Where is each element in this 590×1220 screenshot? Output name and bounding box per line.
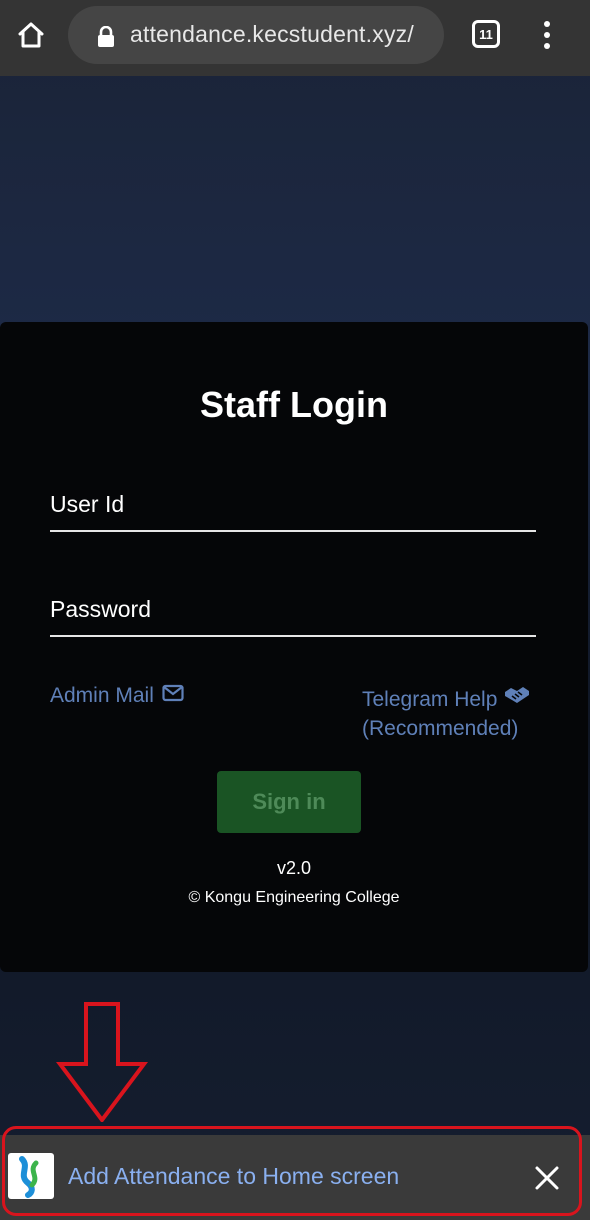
page-title: Staff Login (200, 384, 388, 425)
user-id-placeholder: User Id (50, 491, 125, 517)
url-text: attendance.kecstudent.xyz/ (130, 21, 414, 47)
user-id-field[interactable]: User Id (50, 482, 536, 532)
close-icon[interactable] (534, 1165, 560, 1191)
admin-mail-label: Admin Mail (50, 684, 154, 707)
more-vert-icon[interactable] (534, 18, 560, 52)
telegram-help-link[interactable]: Telegram Help (Recommended) (362, 684, 531, 743)
add-to-home-label[interactable]: Add Attendance to Home screen (68, 1163, 399, 1190)
home-icon[interactable] (14, 18, 48, 52)
telegram-help-note: (Recommended) (362, 717, 519, 740)
app-logo-icon (8, 1153, 54, 1199)
copyright-text: © Kongu Engineering College (188, 889, 400, 906)
add-to-home-banner[interactable]: Add Attendance to Home screen (0, 1135, 590, 1220)
tab-switcher-button[interactable]: 11 (472, 20, 500, 48)
address-bar[interactable]: attendance.kecstudent.xyz/ (68, 6, 444, 64)
browser-toolbar: attendance.kecstudent.xyz/ 11 (0, 0, 590, 76)
password-placeholder: Password (50, 596, 151, 622)
handshake-icon (503, 684, 531, 714)
login-card: Staff Login User Id Password Admin Mail … (0, 322, 588, 972)
tab-count: 11 (479, 26, 493, 42)
lock-icon (96, 25, 116, 48)
envelope-icon (162, 684, 184, 708)
telegram-help-label: Telegram Help (362, 687, 498, 711)
version-label: v2.0 (276, 858, 312, 878)
password-field[interactable]: Password (50, 587, 536, 637)
annotation-arrow-down (56, 1002, 148, 1124)
admin-mail-link[interactable]: Admin Mail (50, 684, 184, 708)
sign-in-button[interactable]: Sign in (217, 771, 361, 833)
